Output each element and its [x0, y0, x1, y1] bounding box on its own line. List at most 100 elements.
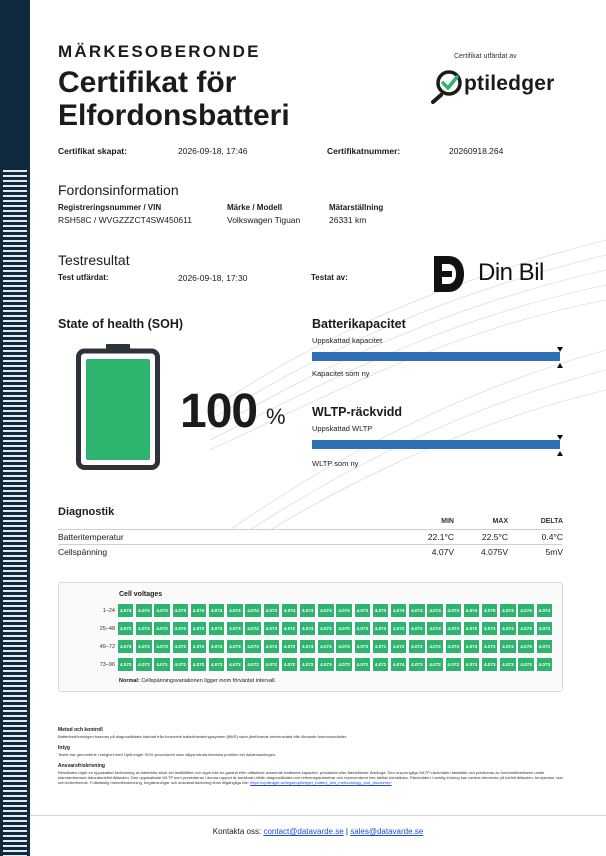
cell-voltage: 4.074 [517, 603, 535, 618]
wltp-bar [312, 435, 563, 456]
contact-email-link[interactable]: contact@datavarde.se [263, 827, 343, 836]
cell-voltage: 4.074 [280, 603, 299, 618]
method-heading: Metod och kontroll [58, 727, 103, 733]
stripe-line [3, 570, 27, 572]
diag-col-max: MAX [492, 518, 508, 525]
stripe-line [3, 750, 27, 752]
cell-voltage: 4.072 [390, 639, 408, 654]
cell-voltage: 4.073 [135, 621, 153, 636]
stripe-line [3, 370, 27, 372]
cell-voltage: 4.073 [262, 621, 280, 636]
cell-voltage: 4.070 [171, 621, 189, 636]
cell-voltage: 4.074 [335, 603, 353, 618]
stripe-line [3, 255, 27, 257]
stripe-line [3, 265, 27, 267]
stripe-line [3, 745, 27, 747]
cell-voltage: 4.074 [499, 621, 517, 636]
capacity-bar [312, 347, 563, 368]
cell-voltage: 4.074 [189, 639, 208, 654]
stripe-line [3, 215, 27, 217]
stripe-line [3, 740, 27, 742]
sales-email-link[interactable]: sales@datavarde.se [350, 827, 423, 836]
diagnostics-heading: Diagnostik [58, 506, 115, 518]
stripe-line [3, 455, 27, 457]
cell-voltage: 4.072 [171, 639, 189, 654]
cell-voltage: 4.072 [117, 621, 135, 636]
methodology-link[interactable]: https://optiledger.se/legal/optiledger_b… [250, 780, 391, 785]
stripe-line [3, 205, 27, 207]
cell-voltage: 4.074 [499, 639, 517, 654]
certificate-kicker: MÄRKESOBERONDE [58, 42, 261, 61]
magnifier-check-icon [431, 70, 462, 104]
din-bil-mark-icon [434, 256, 464, 292]
cell-voltage: 4.074 [117, 603, 135, 618]
stripe-line [3, 465, 27, 467]
stripe-line [3, 770, 27, 772]
stripe-line [3, 240, 27, 242]
wltp-heading: WLTP-räckvidd [312, 405, 403, 419]
cell-voltage: 4.074 [426, 603, 444, 618]
cell-voltage: 4.073 [462, 657, 481, 672]
cell-voltage: 4.072 [426, 639, 444, 654]
stripe-line [3, 395, 27, 397]
cell-voltage: 4.072 [535, 639, 553, 654]
stripe-line [3, 735, 27, 737]
diag-row-label: Batteritemperatur [58, 532, 124, 542]
stripe-line [3, 585, 27, 587]
certificate-page: MÄRKESOBERONDE Certifikat för Elfordonsb… [30, 0, 606, 856]
stripe-line [3, 515, 27, 517]
cell-voltage: 4.073 [280, 639, 299, 654]
stripe-line [3, 505, 27, 507]
capacity-bar-fill [312, 352, 560, 361]
stripe-line [3, 595, 27, 597]
cell-row-label: 1–24 [102, 608, 115, 614]
cell-voltage: 4.074 [299, 639, 317, 654]
cell-voltage: 4.073 [517, 639, 535, 654]
stripe-line [3, 590, 27, 592]
stripe-line [3, 235, 27, 237]
cell-legend: Normal: Cellspänningsvariationen ligger … [119, 678, 276, 684]
disclaimer-block: Resultaten utgör en uppskattad bedömning… [58, 770, 568, 786]
stripe-line [3, 810, 27, 812]
cell-voltage: 4.072 [299, 657, 317, 672]
wltp-bar-track [312, 435, 563, 456]
capacity-new-label: Kapacitet som ny [312, 369, 370, 378]
integrity-heading: Intyg [58, 745, 70, 751]
diag-row-min: 4.07V [431, 547, 454, 557]
stripe-line [3, 175, 27, 177]
cell-voltage: 4.070 [335, 621, 353, 636]
cell-voltage: 4.074 [426, 621, 444, 636]
stripe-line [3, 540, 27, 542]
stripe-line [3, 555, 27, 557]
cell-voltage: 4.073 [371, 603, 390, 618]
stripe-line [3, 520, 27, 522]
cell-voltage: 4.074 [317, 639, 335, 654]
cell-legend-status: Normal: [119, 678, 140, 684]
cell-voltage: 4.074 [226, 603, 244, 618]
stripe-line [3, 435, 27, 437]
stripe-line [3, 375, 27, 377]
capacity-bar-track [312, 347, 563, 368]
stripe-line [3, 680, 27, 682]
issuer-label: Certifikat utfärdat av [454, 53, 517, 60]
stripe-line [3, 200, 27, 202]
cell-voltage: 4.074 [462, 603, 481, 618]
cell-voltage: 4.073 [408, 657, 426, 672]
cell-voltage: 4.073 [535, 657, 553, 672]
cell-voltage: 4.072 [117, 657, 135, 672]
model-label: Märke / Modell [227, 203, 283, 212]
cell-voltage: 4.074 [390, 657, 408, 672]
cell-voltage: 4.073 [481, 639, 499, 654]
cell-voltage: 4.072 [353, 657, 371, 672]
stripe-line [3, 180, 27, 182]
cell-voltage: 4.073 [135, 639, 153, 654]
stripe-line [3, 230, 27, 232]
cell-voltages-title: Cell voltages [119, 591, 163, 598]
diag-row-delta: 0.4°C [541, 532, 563, 542]
stripe-line [3, 630, 27, 632]
stripe-line [3, 815, 27, 817]
test-date-value: 2026-09-18, 17:30 [178, 273, 248, 283]
stripe-line [3, 335, 27, 337]
stripe-line [3, 675, 27, 677]
stripe-line [3, 850, 27, 852]
